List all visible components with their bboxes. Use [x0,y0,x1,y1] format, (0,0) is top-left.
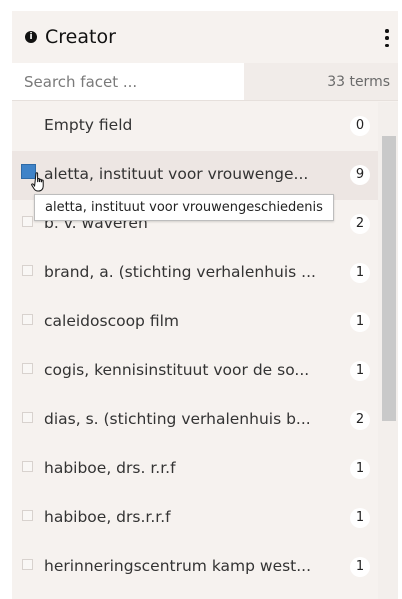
term-label: herinneringscentrum kamp west... [44,557,312,575]
list-scrollbar[interactable] [378,102,398,599]
term-checkbox[interactable] [22,363,33,374]
term-count-badge: 1 [350,361,370,381]
list-item[interactable]: caleidoscoop film 1 [12,298,378,347]
list-item[interactable]: habiboe, drs. r.r.f 1 [12,445,378,494]
term-count-badge: 1 [350,312,370,332]
term-label: cogis, kennisinstituut voor de so... [44,361,310,379]
term-count-badge: 2 [350,214,370,234]
facet-search-row: 33 terms [12,63,398,101]
term-count-badge: 9 [350,165,370,185]
term-checkbox[interactable] [22,461,33,472]
scrollbar-thumb[interactable] [382,136,396,421]
term-label: habiboe, drs.r.r.f [44,508,171,526]
term-checkbox[interactable] [22,559,33,570]
term-count-badge: 0 [350,116,370,136]
list-item[interactable]: Empty field 0 [12,102,378,151]
facet-term-list: Empty field 0 aletta, instituut voor vro… [12,102,378,599]
hand-pointer-icon [31,172,44,192]
term-count-badge: 1 [350,508,370,528]
term-label: habiboe, drs. r.r.f [44,459,176,477]
term-label: aletta, instituut voor vrouwenge... [44,165,309,183]
term-checkbox[interactable] [22,265,33,276]
term-label: Empty field [44,116,133,134]
term-label: dias, s. (stichting verhalenhuis b... [44,410,311,428]
list-item[interactable]: habiboe, drs.r.r.f 1 [12,494,378,543]
list-item[interactable]: herinneringscentrum kamp west... 1 [12,543,378,592]
term-count-badge: 1 [350,557,370,577]
list-item[interactable]: dias, s. (stichting verhalenhuis b... 2 [12,396,378,445]
info-icon[interactable]: i [25,31,37,43]
term-count: 33 terms [327,74,390,90]
facet-title: Creator [45,26,116,48]
term-checkbox[interactable] [22,510,33,521]
term-tooltip: aletta, instituut voor vrouwengeschieden… [34,194,334,221]
term-count-badge: 1 [350,459,370,479]
term-checkbox[interactable] [22,412,33,423]
list-item[interactable]: brand, a. (stichting verhalenhuis ... 1 [12,249,378,298]
list-item[interactable]: cogis, kennisinstituut voor de so... 1 [12,347,378,396]
facet-header: i Creator [12,11,398,63]
term-count-badge: 2 [350,410,370,430]
term-checkbox[interactable] [22,216,33,227]
kebab-menu-icon[interactable] [384,29,390,47]
search-facet-input[interactable] [12,63,244,100]
term-label: caleidoscoop film [44,312,179,330]
term-label: brand, a. (stichting verhalenhuis ... [44,263,316,281]
term-count-badge: 1 [350,263,370,283]
creator-facet-panel: i Creator 33 terms Empty field 0 aletta,… [12,11,398,599]
term-checkbox[interactable] [22,314,33,325]
list-item[interactable]: aletta, instituut voor vrouwenge... 9 [12,151,378,200]
